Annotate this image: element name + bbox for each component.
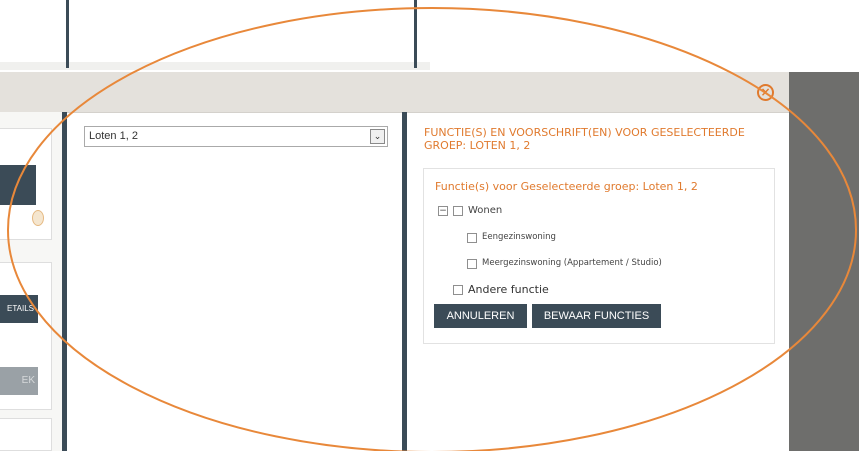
wonen-label: Wonen <box>468 205 503 216</box>
background-divider-right <box>414 0 417 68</box>
panel-divider-left[interactable] <box>62 112 67 451</box>
collapse-minus-icon[interactable]: − <box>438 206 448 216</box>
left-panel-badge-icon[interactable] <box>32 210 44 226</box>
andere-functie-label: Andere functie <box>468 283 549 296</box>
functions-subtitle: Functie(s) voor Geselecteerde groep: Lot… <box>435 180 698 193</box>
eengezinswoning-label: Eengezinswoning <box>482 232 556 242</box>
functions-panel-title: FUNCTIE(S) EN VOORSCHRIFT(EN) VOOR GESEL… <box>424 126 745 152</box>
save-functions-button[interactable]: BEWAAR FUNCTIES <box>532 304 661 328</box>
eengezinswoning-checkbox[interactable] <box>467 233 477 243</box>
group-select[interactable]: Loten 1, 2 ⌄ <box>84 126 388 147</box>
cancel-button[interactable]: ANNULEREN <box>434 304 527 328</box>
left-panel-card-3 <box>0 418 52 451</box>
dialog-titlebar <box>0 72 789 113</box>
details-button[interactable]: ETAILS <box>0 295 38 323</box>
wonen-checkbox[interactable] <box>453 206 463 216</box>
group-select-value: Loten 1, 2 <box>89 130 138 142</box>
andere-functie-checkbox[interactable] <box>453 285 463 295</box>
close-icon[interactable]: × <box>757 84 774 101</box>
background-strip <box>0 62 430 70</box>
meergezinswoning-checkbox[interactable] <box>467 259 477 269</box>
meergezinswoning-label: Meergezinswoning (Appartement / Studio) <box>482 258 662 268</box>
background-top-right <box>789 0 859 72</box>
panel-divider-right[interactable] <box>402 112 407 451</box>
left-panel-dark-button[interactable] <box>0 165 36 205</box>
chevron-down-icon[interactable]: ⌄ <box>370 129 385 144</box>
background-divider-left <box>66 0 69 68</box>
dialog-overlay-edge <box>789 72 859 451</box>
search-button[interactable]: EK <box>0 367 38 395</box>
